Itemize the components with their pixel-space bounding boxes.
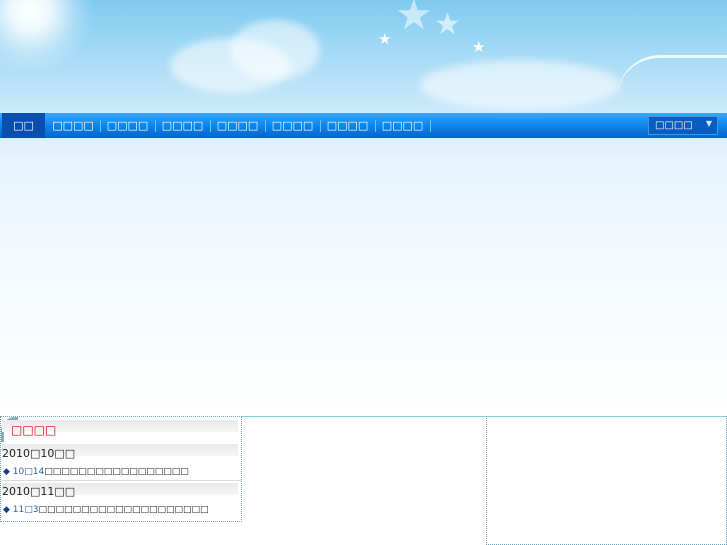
diamond-bullet-icon: ◆ — [3, 505, 10, 515]
cloud-image — [420, 60, 620, 110]
nav-item-5[interactable]: □□□□ — [266, 113, 319, 138]
nav-label: □□□□ — [216, 119, 259, 132]
nav-item-7[interactable]: □□□□ — [376, 113, 429, 138]
cloud-image — [230, 20, 320, 80]
nav-item-3[interactable]: □□□□ — [156, 113, 209, 138]
nav-label: □□□□ — [381, 119, 424, 132]
nav-item-6[interactable]: □□□□ — [321, 113, 374, 138]
star-icon: ★ — [472, 38, 486, 56]
nav-label: □□□□ — [326, 119, 369, 132]
select-value: □□□□ — [655, 120, 693, 131]
right-panel — [486, 416, 727, 545]
divider — [1, 480, 241, 481]
category-select[interactable]: □□□□ ▼ — [648, 116, 718, 135]
news-date: 10□14 — [12, 467, 45, 477]
nav-label: □□ — [13, 119, 34, 132]
news-link[interactable]: □□□□□□□□□□□□□□□□□□□□ — [38, 505, 208, 515]
main-nav: □□ □□□□ □□□□ □□□□ □□□□ □□□□ □□□□ □□□□ □□… — [0, 113, 727, 138]
nav-label: □□□□ — [161, 119, 204, 132]
chevron-down-icon: ▼ — [705, 119, 712, 128]
diamond-bullet-icon: ◆ — [3, 467, 10, 477]
nav-item-2[interactable]: □□□□ — [101, 113, 154, 138]
group-heading: 2010□11□□ — [2, 485, 76, 498]
panel-title: □□□□ — [11, 423, 57, 437]
news-date: 11□3 — [12, 505, 39, 515]
nav-item-4[interactable]: □□□□ — [211, 113, 264, 138]
news-link[interactable]: □□□□□□□□□□□□□□□□□ — [44, 467, 189, 477]
group-heading: 2010□10□□ — [2, 447, 76, 460]
nav-label: □□□□ — [271, 119, 314, 132]
sun-glow — [0, 0, 100, 70]
middle-panel — [242, 416, 486, 545]
swoosh-graphic — [617, 55, 727, 98]
nav-item-1[interactable]: □□□□ — [47, 113, 99, 138]
nav-label: □□□□ — [106, 119, 149, 132]
star-icon: ★ — [378, 30, 392, 48]
news-item[interactable]: ◆ 11□3□□□□□□□□□□□□□□□□□□□□ — [3, 505, 209, 515]
nav-divider — [430, 120, 431, 132]
nav-label: □□□□ — [52, 119, 94, 132]
star-icon: ★ — [434, 7, 461, 42]
news-item[interactable]: ◆ 10□14□□□□□□□□□□□□□□□□□ — [3, 467, 189, 477]
news-panel: □□□□ 2010□10□□ ◆ 10□14□□□□□□□□□□□□□□□□□ … — [0, 416, 242, 522]
nav-item-home[interactable]: □□ — [2, 113, 45, 138]
header-banner: ★ ★ ★ ★ — [0, 0, 727, 113]
star-icon: ★ — [395, 0, 433, 39]
